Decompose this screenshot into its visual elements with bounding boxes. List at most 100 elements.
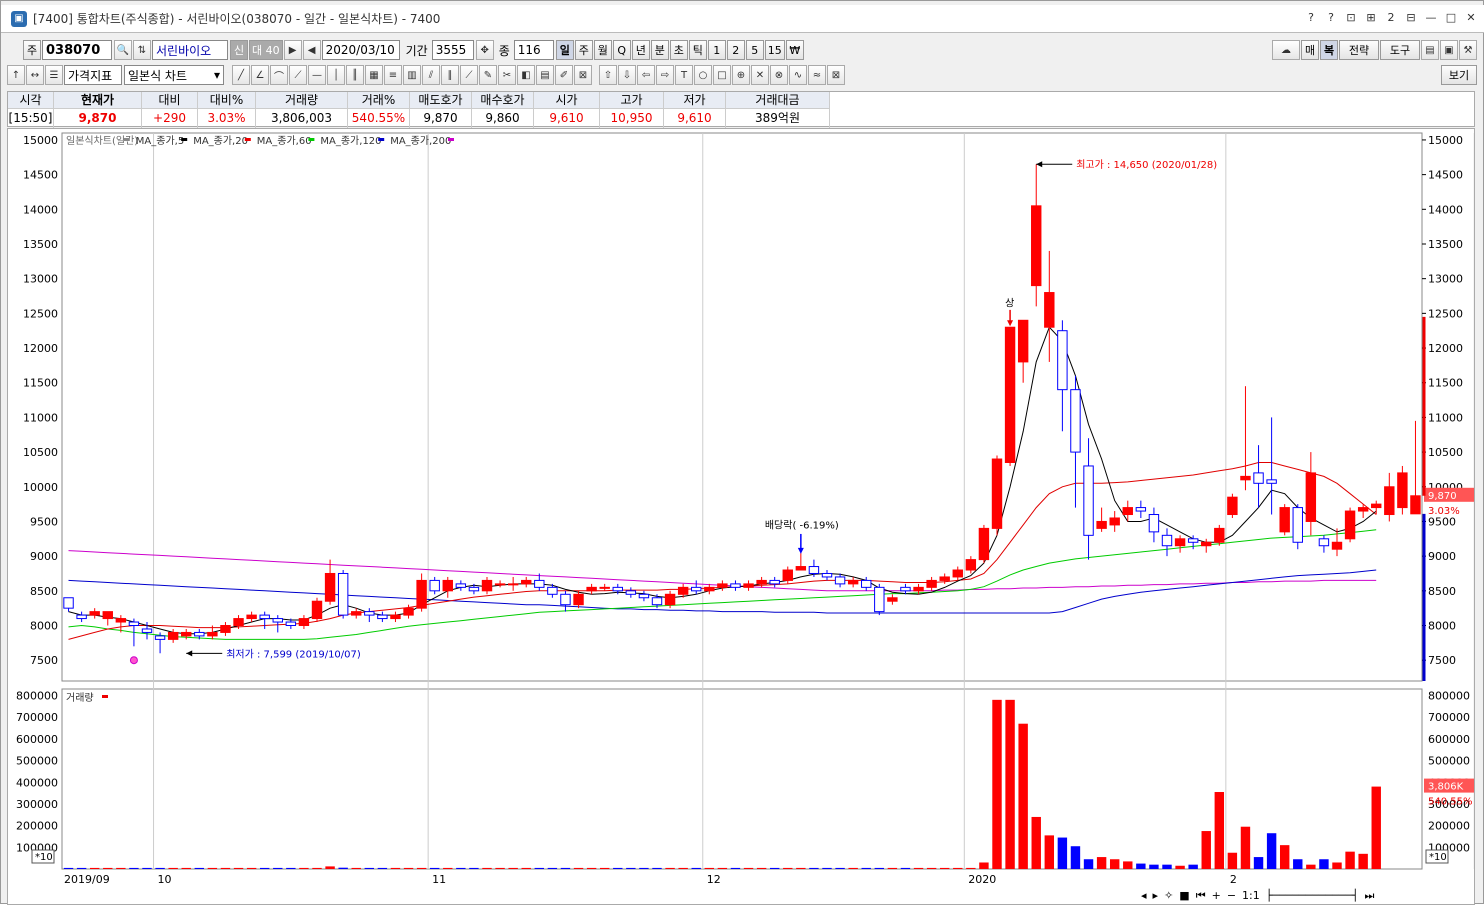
date-input[interactable]: 2020/03/10 xyxy=(321,40,400,60)
period-tick-button[interactable]: 틱 xyxy=(688,40,707,60)
fib-time-icon[interactable]: ║ xyxy=(346,65,364,85)
vline-tool-icon[interactable]: │ xyxy=(327,65,345,85)
scroll-right-icon[interactable]: ▸ xyxy=(1153,889,1159,905)
wave-icon[interactable]: ∿ xyxy=(789,65,807,85)
delete-icon[interactable]: ⊠ xyxy=(574,65,592,85)
code-prefix-button[interactable]: 주 xyxy=(23,40,41,60)
split-count-icon[interactable]: 2 xyxy=(1383,10,1399,26)
minimize-icon[interactable]: — xyxy=(1423,10,1439,26)
channel-icon[interactable]: ▥ xyxy=(403,65,421,85)
fib-retrace-icon[interactable]: ≡ xyxy=(384,65,402,85)
price-tick-label: 10500 xyxy=(23,446,58,459)
cloud-icon[interactable]: ☁ xyxy=(1272,40,1300,60)
chart-area[interactable]: 2019/09101112202023150001500014500145001… xyxy=(7,128,1484,905)
period-input[interactable]: 3555 xyxy=(431,40,474,60)
help-icon[interactable]: ? xyxy=(1303,10,1319,26)
arc-tool-icon[interactable]: ⌒ xyxy=(270,65,288,85)
candle xyxy=(416,573,427,612)
interval-5-button[interactable]: 5 xyxy=(745,40,764,60)
interval-2-button[interactable]: 2 xyxy=(726,40,745,60)
period-day-button[interactable]: 일 xyxy=(555,40,574,60)
chart-type-select[interactable]: 일본식 차트 ▾ xyxy=(124,65,224,85)
dividend-annotation: 배당락( -6.19%) xyxy=(765,519,839,531)
cross-tool-icon[interactable]: ✕ xyxy=(751,65,769,85)
interval-15-button[interactable]: 15 xyxy=(764,40,785,60)
clear-icon[interactable]: ⊠ xyxy=(827,65,845,85)
edit-icon[interactable]: ✐ xyxy=(555,65,573,85)
tools-button[interactable]: 도구 xyxy=(1380,40,1420,60)
prev-icon[interactable]: ⏮ xyxy=(1196,889,1206,905)
volume-bar xyxy=(626,867,636,869)
arrows-lr-icon[interactable]: ↔ xyxy=(26,65,44,85)
trend-channel-icon[interactable]: ⫽ xyxy=(422,65,440,85)
arrow-right-tool-icon[interactable]: ⇨ xyxy=(656,65,674,85)
strategy-button[interactable]: 전략 xyxy=(1339,40,1379,60)
style-icon[interactable]: ▤ xyxy=(536,65,554,85)
low-arrow-icon xyxy=(186,650,193,657)
grid-tool-icon[interactable]: ▦ xyxy=(365,65,383,85)
currency-button[interactable]: ₩ xyxy=(785,40,804,60)
sort-icon[interactable]: ⇅ xyxy=(133,40,151,60)
price-tick-label-right: 7500 xyxy=(1428,654,1456,667)
volume-bar xyxy=(259,867,270,869)
period-year-button[interactable]: 년 xyxy=(631,40,650,60)
angle-tool-icon[interactable]: ∠ xyxy=(251,65,269,85)
search-icon[interactable]: 🔍 xyxy=(114,40,132,60)
arrow-up-icon[interactable]: ↑ xyxy=(7,65,25,85)
scroll-left-icon[interactable]: ◂ xyxy=(1141,889,1147,905)
fan-tool-icon[interactable]: ⟋ xyxy=(289,65,307,85)
question-icon[interactable]: ? xyxy=(1323,10,1339,26)
period-week-button[interactable]: 주 xyxy=(574,40,593,60)
link-icon[interactable]: ⊡ xyxy=(1343,10,1359,26)
move-icon[interactable]: ✥ xyxy=(475,40,494,60)
ray-icon[interactable]: ⟋ xyxy=(460,65,478,85)
layout-icon[interactable]: ⊞ xyxy=(1363,10,1379,26)
play-forward-icon[interactable]: ▶ xyxy=(283,40,302,60)
trade-button[interactable]: 매 xyxy=(1301,40,1319,60)
volume-bar xyxy=(521,867,531,869)
stock-code-input[interactable]: 038070 xyxy=(42,40,112,60)
stock-name-field[interactable]: 서린바이오 xyxy=(152,40,228,60)
zoom-tool-icon[interactable]: ⊕ xyxy=(732,65,750,85)
step-icon[interactable]: ✧ xyxy=(1164,889,1173,905)
maximize-icon[interactable]: □ xyxy=(1443,10,1459,26)
zoom-in-icon[interactable]: + xyxy=(1212,889,1221,905)
text-tool-icon[interactable]: T xyxy=(675,65,693,85)
wrench-icon[interactable]: ⚒ xyxy=(1459,40,1477,60)
list-icon[interactable]: ☰ xyxy=(45,65,63,85)
folder-icon[interactable]: ▤ xyxy=(1421,40,1439,60)
interval-1-button[interactable]: 1 xyxy=(707,40,726,60)
count-input[interactable]: 116 xyxy=(513,40,554,60)
settings-icon[interactable]: ⊟ xyxy=(1403,10,1419,26)
period-quarter-button[interactable]: Q xyxy=(612,40,631,60)
candlestick-chart[interactable]: 2019/09101112202023150001500014500145001… xyxy=(8,129,1484,904)
parallel-icon[interactable]: ∥ xyxy=(441,65,459,85)
close-icon[interactable]: ✕ xyxy=(1463,10,1479,26)
stock-name-value: 서린바이오 xyxy=(156,43,212,58)
save-icon[interactable]: ▣ xyxy=(1440,40,1458,60)
arrow-up-tool-icon[interactable]: ⇧ xyxy=(599,65,617,85)
color-icon[interactable]: ◧ xyxy=(517,65,535,85)
zoom-out-icon[interactable]: − xyxy=(1227,889,1236,905)
circle-tool-icon[interactable]: ○ xyxy=(694,65,712,85)
multi-button[interactable]: 복 xyxy=(1320,40,1338,60)
period-second-button[interactable]: 초 xyxy=(669,40,688,60)
stop-icon[interactable]: ■ xyxy=(1179,889,1189,905)
indicator-select[interactable]: 가격지표 xyxy=(64,65,122,85)
play-back-icon[interactable]: ◀ xyxy=(302,40,321,60)
period-minute-button[interactable]: 분 xyxy=(650,40,669,60)
wave2-icon[interactable]: ≈ xyxy=(808,65,826,85)
hline-tool-icon[interactable]: — xyxy=(308,65,326,85)
slider-icon[interactable]: ├────────────┤ xyxy=(1266,889,1359,905)
end-icon[interactable]: ⏭ xyxy=(1364,889,1374,905)
eraser-icon[interactable]: ✂ xyxy=(498,65,516,85)
period-month-button[interactable]: 월 xyxy=(593,40,612,60)
rect-tool-icon[interactable]: □ xyxy=(713,65,731,85)
pencil-icon[interactable]: ✎ xyxy=(479,65,497,85)
view-button[interactable]: 보기 xyxy=(1441,65,1477,85)
arrow-left-tool-icon[interactable]: ⇦ xyxy=(637,65,655,85)
magnet-icon[interactable]: ⊗ xyxy=(770,65,788,85)
line-tool-icon[interactable]: ╱ xyxy=(232,65,250,85)
arrow-down-tool-icon[interactable]: ⇩ xyxy=(618,65,636,85)
ratio-icon[interactable]: 1:1 xyxy=(1242,889,1260,905)
